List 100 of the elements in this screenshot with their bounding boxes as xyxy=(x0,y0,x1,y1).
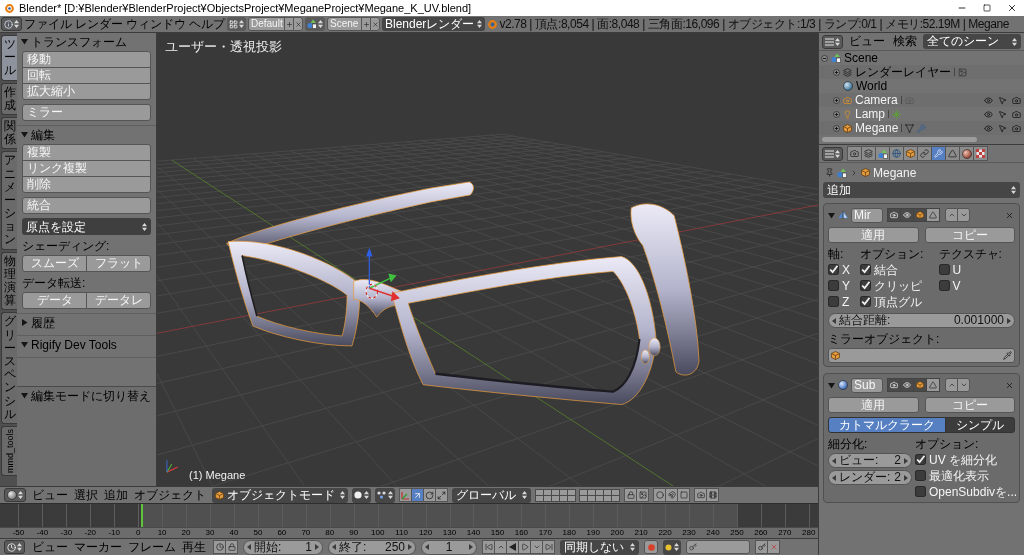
toggle-button[interactable] xyxy=(926,208,940,222)
tool-button[interactable]: フラット xyxy=(86,255,151,272)
expand-toggle-icon[interactable] xyxy=(833,110,840,118)
editor-type-button[interactable] xyxy=(822,34,843,49)
checkbox[interactable] xyxy=(860,264,871,275)
render-animation-button[interactable] xyxy=(706,488,719,502)
screen-layout-button[interactable] xyxy=(227,17,246,31)
sidebar-tab[interactable]: グリースペンシル xyxy=(1,312,17,424)
render-layer-button[interactable] xyxy=(636,488,649,502)
expand-toggle-icon[interactable] xyxy=(833,124,840,132)
menu-item[interactable]: ビュー xyxy=(32,539,68,555)
sync-dropdown[interactable]: 同期しない xyxy=(560,539,639,555)
start-frame-field[interactable]: 開始: 1 xyxy=(243,539,323,555)
lock-range-button[interactable] xyxy=(225,540,238,554)
manipulator-button[interactable] xyxy=(435,488,448,502)
tool-button[interactable]: 削除 xyxy=(22,176,151,193)
sidebar-tab[interactable]: 関係 xyxy=(1,116,17,150)
menu-item[interactable]: レンダー xyxy=(75,16,123,32)
mode-dropdown[interactable]: オブジェクトモード xyxy=(212,487,348,503)
dropdown-menu[interactable]: 原点を設定 xyxy=(22,218,151,235)
move-down-button[interactable] xyxy=(957,378,970,392)
modifier-name-field[interactable]: Mir xyxy=(851,207,883,223)
sidebar-tab[interactable]: mmd_tools xyxy=(1,425,17,476)
subdivision-field[interactable]: ビュー: 2 xyxy=(828,453,912,468)
jump-end-button[interactable] xyxy=(542,540,555,554)
pivot-dropdown[interactable] xyxy=(375,487,395,503)
tool-button[interactable]: データレ xyxy=(86,292,151,309)
checkbox[interactable] xyxy=(915,454,926,465)
remove-button[interactable] xyxy=(293,17,303,31)
editor-type-button[interactable] xyxy=(822,146,843,161)
collapse-toggle-icon[interactable] xyxy=(821,54,828,62)
menu-item[interactable]: ビュー xyxy=(847,34,887,49)
sidebar-tab[interactable]: 作成 xyxy=(1,82,17,115)
panel-header[interactable]: 編集 xyxy=(17,126,156,143)
panel-header[interactable]: Rigify Dev Tools xyxy=(17,336,156,353)
move-down-button[interactable] xyxy=(957,208,970,222)
copy-button[interactable]: コピー xyxy=(924,397,1015,413)
panel-header[interactable]: 履歴 xyxy=(17,314,156,331)
keying-button[interactable] xyxy=(663,539,681,555)
sidebar-tab[interactable]: ツール xyxy=(1,35,17,81)
keying-set-field[interactable] xyxy=(686,540,750,554)
checkbox[interactable] xyxy=(828,280,839,291)
current-frame-field[interactable]: 1 xyxy=(421,539,477,555)
menu-item[interactable]: 検索 xyxy=(891,34,919,49)
delete-key-button[interactable] xyxy=(767,540,780,554)
menu-item[interactable]: 追加 xyxy=(104,487,128,503)
menu-item[interactable]: 選択 xyxy=(74,487,98,503)
toggle-button[interactable] xyxy=(926,378,940,392)
checkbox[interactable] xyxy=(828,296,839,307)
tool-button[interactable]: 統合 xyxy=(22,197,151,214)
checkbox[interactable] xyxy=(860,296,871,307)
add-modifier-dropdown[interactable]: 追加 xyxy=(823,182,1020,198)
apply-button[interactable]: 適用 xyxy=(828,397,919,413)
segmented-tab[interactable]: シンプル xyxy=(945,417,1015,433)
tool-button[interactable]: ミラー xyxy=(22,104,151,121)
expand-toggle-icon[interactable] xyxy=(833,96,840,104)
toggle-button[interactable] xyxy=(913,378,927,392)
snap-element-button[interactable] xyxy=(677,488,690,502)
panel-header[interactable]: 編集モードに切り替え xyxy=(17,387,156,404)
expand-toggle-icon[interactable] xyxy=(833,68,840,76)
record-button[interactable] xyxy=(644,540,658,554)
segmented-tab[interactable]: カトマルクラーク xyxy=(828,417,946,433)
menu-item[interactable]: 再生 xyxy=(182,539,206,555)
screen-layout-field[interactable]: Default xyxy=(248,17,285,31)
object-field[interactable] xyxy=(828,348,1015,363)
toggle-button[interactable] xyxy=(887,208,901,222)
orientation-dropdown[interactable]: グローバル xyxy=(452,487,531,503)
menu-item[interactable]: オブジェクト xyxy=(134,487,206,503)
end-frame-field[interactable]: 終了: 250 xyxy=(328,539,416,555)
tool-button[interactable]: 拡大縮小 xyxy=(22,83,151,100)
render-engine-dropdown[interactable]: Blenderレンダー xyxy=(382,17,486,31)
tree-item[interactable]: World xyxy=(856,79,888,93)
checkbox[interactable] xyxy=(860,280,871,291)
properties-tab[interactable] xyxy=(973,146,988,161)
menu-item[interactable]: ファイル xyxy=(24,16,72,32)
toggle-button[interactable] xyxy=(900,208,914,222)
sidebar-tab[interactable]: アニメーション xyxy=(1,151,17,250)
tool-button[interactable]: スムーズ xyxy=(22,255,87,272)
display-mode-dropdown[interactable]: 全てのシーン xyxy=(923,34,1021,49)
editor-type-button[interactable] xyxy=(1,17,22,31)
copy-button[interactable]: コピー xyxy=(924,227,1015,243)
checkbox[interactable] xyxy=(828,264,839,275)
shading-dropdown[interactable] xyxy=(352,487,371,503)
checkbox[interactable] xyxy=(915,486,926,497)
checkbox[interactable] xyxy=(938,264,950,275)
scrollbar[interactable] xyxy=(822,137,978,142)
checkbox[interactable] xyxy=(915,470,926,481)
toggle-button[interactable] xyxy=(900,378,914,392)
panel-header[interactable]: トランスフォーム xyxy=(17,33,156,50)
menu-item[interactable]: ウィンドウ xyxy=(126,16,186,32)
apply-button[interactable]: 適用 xyxy=(828,227,919,243)
menu-item[interactable]: マーカー xyxy=(74,539,122,555)
toggle-button[interactable] xyxy=(887,378,901,392)
remove-button[interactable] xyxy=(370,17,380,31)
tool-button[interactable]: データ xyxy=(22,292,87,309)
editor-type-button[interactable] xyxy=(4,488,26,502)
tree-item[interactable]: Scene xyxy=(844,51,879,65)
menu-item[interactable]: ビュー xyxy=(32,487,68,503)
merge-distance-field[interactable]: 結合距離: 0.001000 xyxy=(828,313,1015,328)
sidebar-tab[interactable]: 物理演算 xyxy=(1,251,17,311)
